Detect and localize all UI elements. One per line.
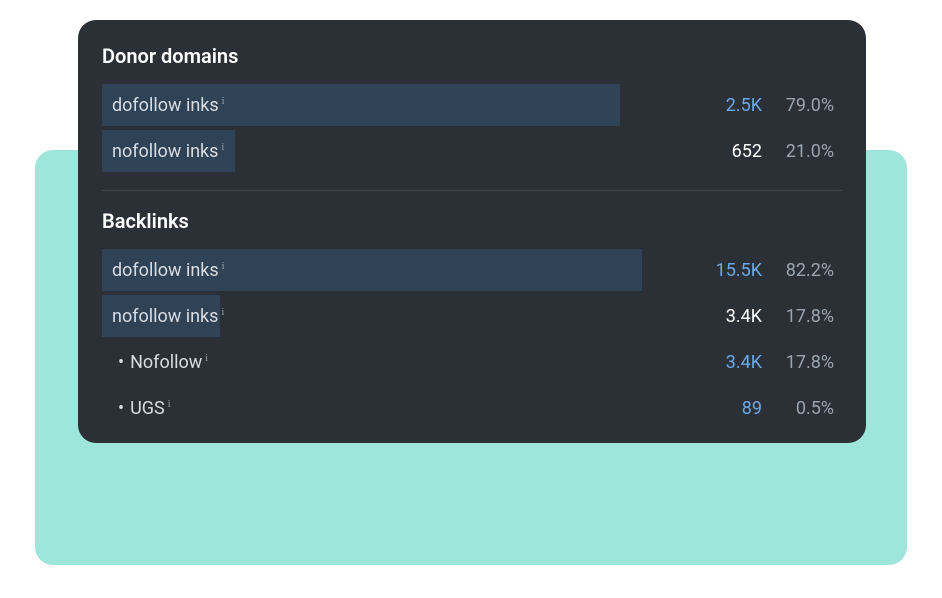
row-values: 2.5K 79.0%: [702, 84, 834, 126]
row-label-text: nofollow inks: [112, 141, 218, 162]
bar-row[interactable]: • Nofollow i 3.4K 17.8%: [102, 341, 842, 383]
info-icon[interactable]: i: [168, 399, 171, 410]
info-icon[interactable]: i: [222, 261, 225, 272]
section-title-donor-domains: Donor domains: [102, 44, 842, 68]
row-label: • Nofollow i: [102, 352, 208, 373]
section-divider: [102, 190, 842, 191]
bullet-icon: •: [118, 398, 124, 419]
row-label-text: nofollow inks: [112, 306, 218, 327]
row-label: • UGS i: [102, 398, 170, 419]
row-values: 652 21.0%: [702, 130, 834, 172]
info-icon[interactable]: i: [222, 96, 225, 107]
bar-row[interactable]: dofollow inks i 15.5K 82.2%: [102, 249, 842, 291]
info-icon[interactable]: i: [221, 142, 224, 153]
row-values: 15.5K 82.2%: [702, 249, 834, 291]
section-title-backlinks: Backlinks: [102, 209, 842, 233]
row-percent: 17.8%: [776, 352, 834, 373]
row-label-text: dofollow inks: [112, 260, 219, 281]
row-count: 3.4K: [702, 306, 762, 327]
row-values: 3.4K 17.8%: [702, 341, 834, 383]
row-label-text: Nofollow: [130, 352, 202, 373]
row-values: 89 0.5%: [702, 387, 834, 429]
row-count: 15.5K: [702, 260, 762, 281]
row-percent: 17.8%: [776, 306, 834, 327]
row-label: dofollow inks i: [102, 260, 224, 281]
row-label-text: dofollow inks: [112, 95, 219, 116]
bullet-icon: •: [118, 352, 124, 373]
row-label: nofollow inks i: [102, 141, 224, 162]
row-count: 89: [702, 398, 762, 419]
row-percent: 79.0%: [776, 95, 834, 116]
bar-row[interactable]: dofollow inks i 2.5K 79.0%: [102, 84, 842, 126]
bar-row[interactable]: nofollow inks i 3.4K 17.8%: [102, 295, 842, 337]
row-count: 3.4K: [702, 352, 762, 373]
row-label: nofollow inks i: [102, 306, 224, 327]
row-values: 3.4K 17.8%: [702, 295, 834, 337]
row-percent: 0.5%: [776, 398, 834, 419]
bar-row[interactable]: nofollow inks i 652 21.0%: [102, 130, 842, 172]
row-count: 2.5K: [702, 95, 762, 116]
stats-panel: Donor domains dofollow inks i 2.5K 79.0%…: [78, 20, 866, 443]
bar-row[interactable]: • UGS i 89 0.5%: [102, 387, 842, 429]
info-icon[interactable]: i: [205, 353, 208, 364]
row-percent: 82.2%: [776, 260, 834, 281]
row-percent: 21.0%: [776, 141, 834, 162]
row-label: dofollow inks i: [102, 95, 224, 116]
row-label-text: UGS: [130, 398, 165, 419]
info-icon[interactable]: i: [221, 307, 224, 318]
row-count: 652: [702, 141, 762, 162]
